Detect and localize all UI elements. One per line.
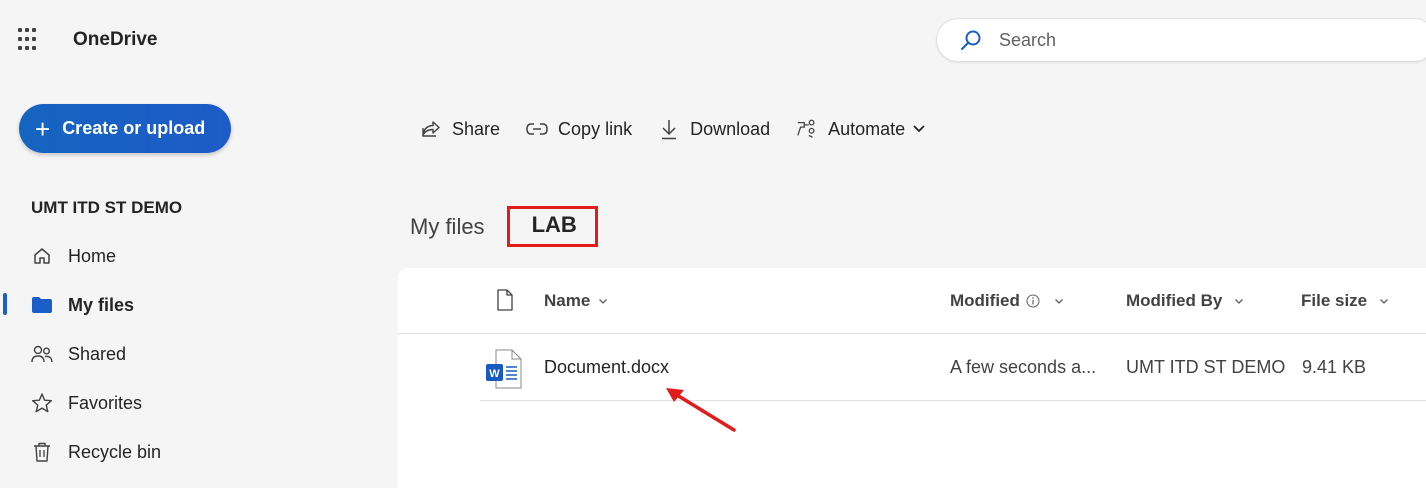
create-or-upload-label: Create or upload: [62, 118, 206, 138]
table-row[interactable]: W Document.docx A few seconds a... UMT I…: [480, 335, 1426, 401]
chevron-down-icon: [1235, 299, 1244, 304]
share-label: Share: [452, 118, 501, 139]
column-header-modified-by[interactable]: Modified By: [1126, 291, 1244, 311]
trash-icon: [31, 441, 53, 463]
file-size: 9.41 KB: [1302, 357, 1367, 377]
file-type-icon[interactable]: [496, 289, 514, 311]
breadcrumb-current-folder: LAB: [506, 206, 598, 247]
sidebar-item-label: My files: [68, 294, 135, 315]
column-header-modified[interactable]: Modified: [950, 291, 1064, 311]
home-icon: [31, 245, 53, 267]
people-icon: [31, 343, 53, 365]
automate-label: Automate: [828, 118, 906, 139]
column-header-label: Modified: [950, 291, 1020, 310]
chevron-down-icon: [1380, 299, 1389, 304]
copy-link-button[interactable]: Copy link: [526, 118, 632, 140]
column-header-label: Name: [544, 291, 591, 310]
column-header-label: Modified By: [1126, 291, 1223, 310]
breadcrumb: My files LAB: [410, 206, 598, 247]
command-bar: Share Copy link Download Automate: [420, 112, 951, 146]
download-label: Download: [690, 118, 771, 139]
share-button[interactable]: Share: [420, 118, 500, 140]
file-modified-by: UMT ITD ST DEMO: [1126, 357, 1286, 377]
word-document-icon: W: [486, 349, 522, 389]
folder-icon: [31, 294, 53, 316]
chevron-down-icon: [913, 125, 925, 133]
chevron-down-icon: [599, 299, 608, 304]
column-header-name[interactable]: Name: [544, 291, 608, 311]
org-name: UMT ITD ST DEMO: [31, 198, 183, 217]
sidebar-item-label: Shared: [68, 343, 127, 364]
breadcrumb-root[interactable]: My files: [410, 214, 485, 240]
download-icon: [658, 118, 680, 140]
file-name-link[interactable]: Document.docx: [544, 357, 669, 378]
top-bar: OneDrive Search: [0, 0, 1426, 80]
sidebar-item-shared[interactable]: Shared: [0, 334, 395, 374]
sidebar-item-favorites[interactable]: Favorites: [0, 383, 395, 423]
link-icon: [526, 118, 548, 140]
search-icon: [961, 30, 981, 50]
column-header-file-size[interactable]: File size: [1301, 291, 1389, 311]
share-icon: [420, 118, 442, 140]
file-list: Name Modified Modified By File size W Do…: [398, 268, 1426, 488]
annotation-arrow: [666, 388, 736, 432]
search-input[interactable]: Search: [999, 30, 1056, 51]
download-button[interactable]: Download: [658, 118, 770, 140]
svg-text:W: W: [489, 368, 500, 380]
column-header-label: File size: [1301, 291, 1368, 310]
search-box[interactable]: Search: [936, 18, 1426, 62]
sidebar-item-home[interactable]: Home: [0, 236, 395, 276]
plus-icon: +: [35, 113, 51, 144]
sidebar-item-label: Home: [68, 245, 117, 266]
sidebar-item-label: Recycle bin: [68, 441, 162, 462]
table-header: Name Modified Modified By File size: [398, 268, 1426, 334]
automate-button[interactable]: Automate: [796, 118, 925, 140]
star-icon: [31, 392, 53, 414]
file-modified: A few seconds a...: [950, 357, 1097, 377]
sidebar-item-label: Favorites: [68, 392, 143, 413]
app-title[interactable]: OneDrive: [73, 29, 157, 51]
sidebar-item-recycle-bin[interactable]: Recycle bin: [0, 432, 395, 472]
create-or-upload-button[interactable]: + Create or upload: [19, 104, 231, 153]
sidebar-item-my-files[interactable]: My files: [0, 285, 395, 325]
info-icon[interactable]: [1026, 294, 1040, 308]
copy-link-label: Copy link: [558, 118, 633, 139]
automate-icon: [796, 118, 818, 140]
app-launcher-icon[interactable]: [18, 28, 42, 52]
chevron-down-icon: [1054, 299, 1063, 304]
